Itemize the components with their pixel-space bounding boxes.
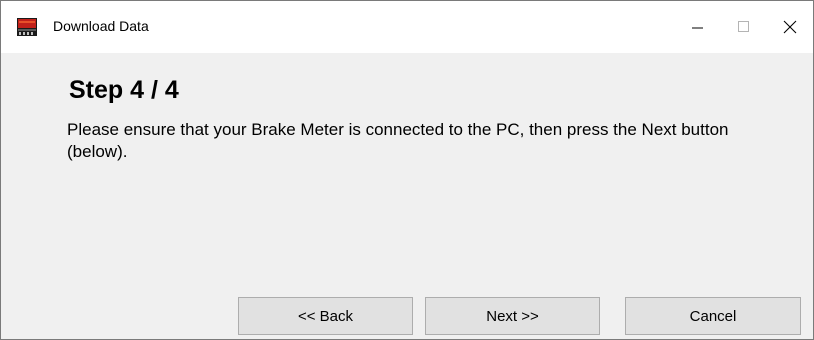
minimize-button[interactable] — [675, 1, 721, 53]
download-data-window: Download Data Step 4 / 4 Please ensure t… — [0, 0, 814, 340]
cancel-button[interactable]: Cancel — [625, 297, 801, 335]
back-button[interactable]: << Back — [238, 297, 413, 335]
app-icon — [17, 18, 37, 36]
close-icon — [783, 20, 797, 34]
next-button[interactable]: Next >> — [425, 297, 600, 335]
minimize-icon — [692, 27, 703, 29]
maximize-icon — [738, 21, 749, 32]
title-bar[interactable]: Download Data — [1, 1, 813, 53]
instructions-text: Please ensure that your Brake Meter is c… — [67, 120, 729, 161]
window-title: Download Data — [53, 18, 149, 34]
maximize-button[interactable] — [721, 1, 767, 53]
close-button[interactable] — [767, 1, 813, 53]
step-title: Step 4 / 4 — [69, 76, 179, 104]
dialog-content: Step 4 / 4 Please ensure that your Brake… — [1, 53, 813, 339]
